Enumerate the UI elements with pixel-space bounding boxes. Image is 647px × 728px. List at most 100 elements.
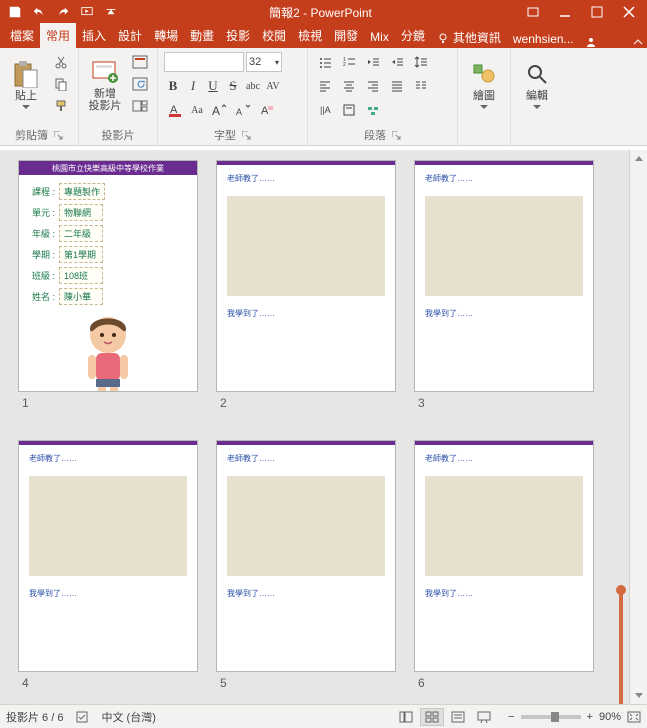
- shrink-font-icon: A: [236, 103, 250, 117]
- drawing-button[interactable]: 繪圖: [464, 52, 504, 118]
- collapse-ribbon-button[interactable]: [629, 36, 647, 48]
- align-right-button[interactable]: [362, 76, 384, 96]
- minimize-button[interactable]: [551, 1, 579, 23]
- dialog-launcher-icon[interactable]: [242, 131, 251, 140]
- close-button[interactable]: [615, 1, 643, 23]
- maximize-button[interactable]: [583, 1, 611, 23]
- slide-thumb-5[interactable]: 老師教了……我學到了…… 5: [216, 440, 396, 690]
- tab-mix[interactable]: Mix: [364, 26, 395, 48]
- underline-button[interactable]: U: [204, 76, 222, 96]
- justify-button[interactable]: [386, 76, 408, 96]
- tab-addin[interactable]: 分鏡: [395, 23, 431, 48]
- svg-text:A: A: [261, 105, 269, 117]
- align-text-button[interactable]: [338, 100, 360, 120]
- increase-indent-button[interactable]: [386, 52, 408, 72]
- copy-button[interactable]: [50, 74, 72, 94]
- new-slide-button[interactable]: 新增 投影片: [85, 52, 125, 118]
- slide-thumb-4[interactable]: 老師教了……我學到了…… 4: [18, 440, 198, 690]
- columns-button[interactable]: [410, 76, 432, 96]
- tab-animation[interactable]: 動畫: [184, 23, 220, 48]
- cut-button[interactable]: [50, 52, 72, 72]
- italic-button[interactable]: I: [184, 76, 202, 96]
- bullets-button[interactable]: [314, 52, 336, 72]
- clear-format-button[interactable]: A: [256, 100, 278, 120]
- numbering-button[interactable]: 12: [338, 52, 360, 72]
- section-range-marker[interactable]: [619, 590, 623, 704]
- image-placeholder: [425, 196, 583, 296]
- spellcheck-icon[interactable]: [75, 710, 89, 724]
- qat-customize-button[interactable]: [100, 2, 122, 22]
- slide-thumb-6[interactable]: 老師教了……我學到了…… 6: [414, 440, 594, 690]
- tell-me[interactable]: 其他資訊: [431, 27, 507, 48]
- tab-insert[interactable]: 插入: [76, 23, 112, 48]
- text-direction-button[interactable]: ||A: [314, 100, 336, 120]
- vertical-scrollbar[interactable]: [629, 150, 647, 704]
- grow-font-button[interactable]: A: [208, 100, 230, 120]
- paste-icon: [12, 60, 40, 88]
- shadow-button[interactable]: abc: [244, 76, 262, 96]
- tab-slideshow[interactable]: 投影: [220, 23, 256, 48]
- dialog-launcher-icon[interactable]: [54, 131, 63, 140]
- format-painter-button[interactable]: [50, 96, 72, 116]
- slide-thumb-3[interactable]: 老師教了……我學到了…… 3: [414, 160, 594, 410]
- save-button[interactable]: [4, 2, 26, 22]
- slide-thumb-2[interactable]: 老師教了……我學到了…… 2: [216, 160, 396, 410]
- tab-review[interactable]: 校閱: [256, 23, 292, 48]
- slide1-title: 桃園市立快樂高級中等學校作業: [19, 161, 197, 175]
- slide-number: 4: [18, 676, 198, 690]
- font-color-button[interactable]: A: [164, 100, 186, 120]
- account-label[interactable]: wenhsien...: [507, 30, 580, 48]
- strikethrough-button[interactable]: S: [224, 76, 242, 96]
- slide-number: 2: [216, 396, 396, 410]
- zoom-value[interactable]: 90%: [599, 711, 621, 723]
- tab-transition[interactable]: 轉場: [148, 23, 184, 48]
- slide-sorter-button[interactable]: [420, 708, 444, 726]
- tab-developer[interactable]: 開發: [328, 23, 364, 48]
- zoom-slider[interactable]: [521, 715, 581, 719]
- slideshow-from-start-button[interactable]: [76, 2, 98, 22]
- slide-count[interactable]: 投影片 6 / 6: [6, 709, 63, 725]
- line-spacing-button[interactable]: [410, 52, 432, 72]
- slide-sorter-view[interactable]: 桃園市立快樂高級中等學校作業 課程 :專題製作 單元 :物聯網 年級 :二年級 …: [0, 150, 629, 704]
- slide-thumb-1[interactable]: 桃園市立快樂高級中等學校作業 課程 :專題製作 單元 :物聯網 年級 :二年級 …: [18, 160, 198, 410]
- undo-button[interactable]: [28, 2, 50, 22]
- editing-button[interactable]: 編輯: [517, 52, 557, 118]
- reset-button[interactable]: [129, 74, 151, 94]
- char-spacing-button[interactable]: AV: [264, 76, 282, 96]
- decrease-indent-button[interactable]: [362, 52, 384, 72]
- align-left-button[interactable]: [314, 76, 336, 96]
- tab-view[interactable]: 檢視: [292, 23, 328, 48]
- tab-file[interactable]: 檔案: [4, 23, 40, 48]
- shrink-font-button[interactable]: A: [232, 100, 254, 120]
- scroll-track[interactable]: [630, 166, 647, 688]
- section-button[interactable]: [129, 96, 151, 116]
- zoom-out-button[interactable]: −: [508, 711, 514, 723]
- slideshow-view-button[interactable]: [472, 708, 496, 726]
- title-bar: 簡報2 - PowerPoint: [0, 0, 647, 24]
- share-button[interactable]: [580, 36, 602, 48]
- scroll-up-button[interactable]: [630, 150, 647, 166]
- tab-home[interactable]: 常用: [40, 23, 76, 48]
- ribbon-display-button[interactable]: [519, 1, 547, 23]
- image-placeholder: [227, 476, 385, 576]
- image-placeholder: [29, 476, 187, 576]
- layout-button[interactable]: [129, 52, 151, 72]
- bold-button[interactable]: B: [164, 76, 182, 96]
- dialog-launcher-icon[interactable]: [392, 131, 401, 140]
- tab-design[interactable]: 設計: [112, 23, 148, 48]
- slide1-fields: 課程 :專題製作 單元 :物聯網 年級 :二年級 學期 :第1學期 班級 :10…: [19, 175, 197, 392]
- align-center-button[interactable]: [338, 76, 360, 96]
- change-case-button[interactable]: Aa: [188, 100, 206, 120]
- smartart-button[interactable]: [362, 100, 384, 120]
- redo-button[interactable]: [52, 2, 74, 22]
- fit-to-window-button[interactable]: [627, 711, 641, 723]
- zoom-in-button[interactable]: +: [587, 711, 593, 723]
- language-label[interactable]: 中文 (台灣): [101, 709, 155, 725]
- font-family-combo[interactable]: [164, 52, 244, 72]
- scroll-down-button[interactable]: [630, 688, 647, 704]
- ribbon: 貼上 剪貼簿 新增 投影片 投影片: [0, 48, 647, 146]
- paste-button[interactable]: 貼上: [6, 52, 46, 118]
- font-size-combo[interactable]: 32▾: [246, 52, 282, 72]
- normal-view-button[interactable]: [394, 708, 418, 726]
- reading-view-button[interactable]: [446, 708, 470, 726]
